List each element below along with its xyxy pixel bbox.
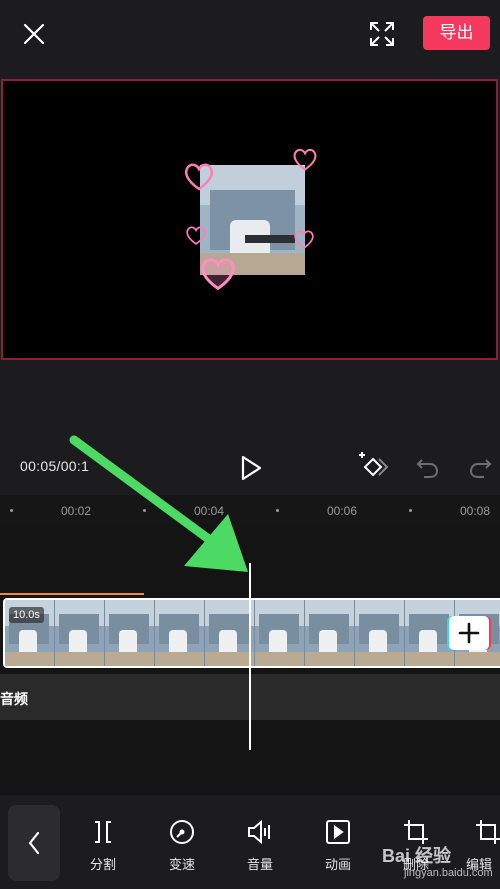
speed-icon xyxy=(170,820,194,844)
fullscreen-icon[interactable] xyxy=(366,18,398,50)
tool-edit[interactable]: 编辑 xyxy=(466,815,500,875)
edit-icon xyxy=(476,820,500,844)
audio-track-label: 音频 xyxy=(0,691,28,707)
tool-animation[interactable]: 动画 xyxy=(310,815,366,875)
heart-sticker-icon xyxy=(186,226,206,245)
close-icon[interactable] xyxy=(18,18,50,50)
ruler-dot xyxy=(276,509,279,512)
keyframe-icon[interactable] xyxy=(355,451,389,483)
annotation-arrow-icon xyxy=(69,435,248,572)
video-track[interactable]: 10.0s xyxy=(3,598,500,668)
tool-label: 音量 xyxy=(246,857,273,872)
chevron-left-icon xyxy=(28,831,40,855)
ruler-tick-label: 00:06 xyxy=(327,504,358,518)
baidu-watermark-url: jingyan.baidu.com xyxy=(404,867,493,879)
ruler-dot xyxy=(10,509,13,512)
ruler-dot xyxy=(409,509,412,512)
add-clip-button[interactable] xyxy=(449,616,489,650)
volume-icon xyxy=(248,819,270,845)
baidu-watermark: Bai 经验 xyxy=(382,846,452,866)
redo-icon[interactable] xyxy=(468,456,494,480)
back-button[interactable] xyxy=(8,805,60,881)
clip-duration-badge: 10.0s xyxy=(9,607,44,623)
heart-sticker-icon xyxy=(201,258,235,291)
tool-label: 动画 xyxy=(324,857,351,872)
heart-sticker-icon xyxy=(293,148,317,171)
plus-icon xyxy=(458,622,480,644)
playhead[interactable] xyxy=(249,563,251,750)
ruler-tick-label: 00:08 xyxy=(460,504,491,518)
split-icon xyxy=(95,821,111,843)
tool-speed[interactable]: 变速 xyxy=(154,815,210,875)
tool-volume[interactable]: 音量 xyxy=(232,815,288,875)
export-button[interactable]: 导出 xyxy=(423,16,490,50)
tool-label: 分割 xyxy=(89,857,116,872)
tool-split[interactable]: 分割 xyxy=(75,815,131,875)
heart-sticker-icon xyxy=(294,230,314,249)
heart-sticker-icon xyxy=(184,163,214,191)
animation-icon xyxy=(326,820,350,844)
timeline-progress-line xyxy=(0,593,144,595)
undo-icon[interactable] xyxy=(414,456,440,480)
tool-label: 变速 xyxy=(168,857,195,872)
